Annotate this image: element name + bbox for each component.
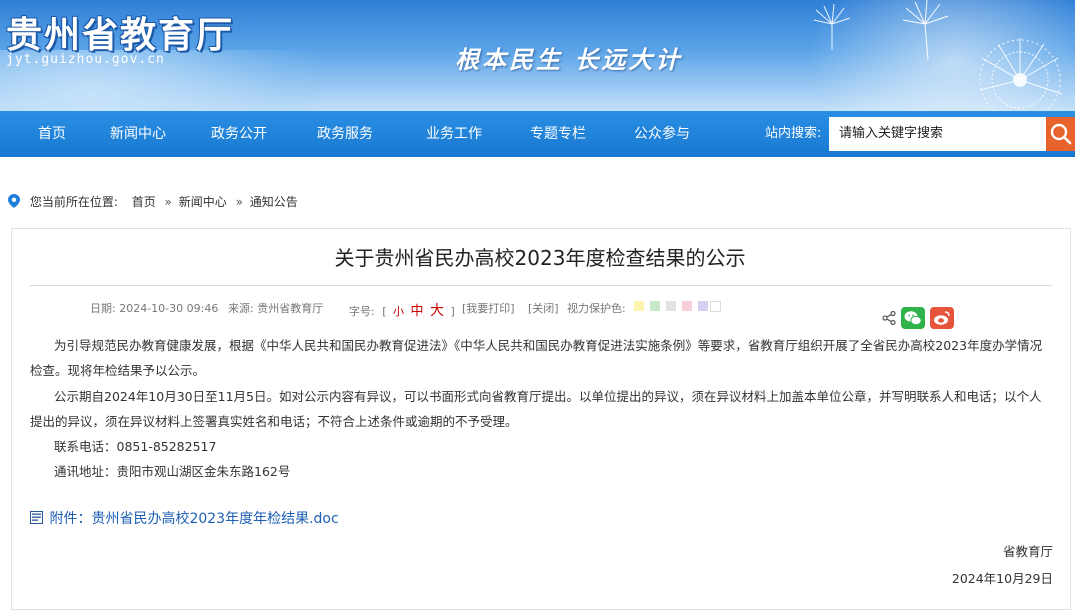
eye-color-green[interactable] — [650, 301, 660, 311]
font-size-bracket: [ — [382, 305, 387, 318]
breadcrumb-link-news[interactable]: 新闻中心 — [179, 195, 227, 209]
article-source: 来源: 贵州省教育厅 — [228, 300, 323, 316]
font-size-small-button[interactable]: 小 — [393, 305, 404, 318]
dandelion-flower-icon — [979, 38, 1063, 111]
site-domain: jyt.guizhou.gov.cn — [6, 52, 165, 67]
nav-item-news[interactable]: 新闻中心 — [110, 111, 166, 157]
eye-protection-label: 视力保护色: — [567, 302, 626, 315]
search-icon — [1050, 123, 1072, 145]
font-size-label: 字号: — [349, 305, 375, 318]
attachment-label: 附件：贵州省民办高校2023年度年检结果.doc — [49, 511, 339, 527]
site-banner: 贵州省教育厅 jyt.guizhou.gov.cn 根本民生 长远大计 — [0, 0, 1075, 111]
signature-date: 2024年10月29日 — [951, 571, 1053, 586]
nav-item-topics[interactable]: 专题专栏 — [530, 111, 586, 157]
source-label: 来源: — [228, 302, 254, 315]
font-size-medium-button[interactable]: 中 — [411, 304, 424, 319]
dandelion-seed-icon — [902, 0, 949, 60]
nav-item-gov-services[interactable]: 政务服务 — [317, 111, 373, 157]
eye-color-yellow[interactable] — [634, 301, 644, 311]
breadcrumb-link-notices[interactable]: 通知公告 — [250, 195, 298, 209]
word-document-icon — [30, 511, 43, 524]
breadcrumb: 您当前所在位置: 首页 » 新闻中心 » 通知公告 — [8, 193, 300, 210]
attachment-link[interactable]: 附件：贵州省民办高校2023年度年检结果.doc — [30, 508, 339, 528]
main-nav: 首页 新闻中心 政务公开 政务服务 业务工作 专题专栏 公众参与 站内搜索: — [0, 111, 1075, 157]
article-paragraph: 为引导规范民办教育健康发展，根据《中华人民共和国民办教育促进法》《中华人民共和国… — [30, 338, 1043, 378]
nav-item-business[interactable]: 业务工作 — [426, 111, 482, 157]
font-size-controls: 字号: [ 小 中 大 ] — [349, 300, 455, 320]
source-value: 贵州省教育厅 — [257, 302, 324, 315]
breadcrumb-link-home[interactable]: 首页 — [132, 195, 156, 209]
eye-color-white[interactable] — [710, 301, 721, 312]
font-size-large-button[interactable]: 大 — [430, 303, 444, 319]
search-input[interactable] — [829, 117, 1046, 151]
eye-color-pink[interactable] — [682, 301, 692, 311]
nav-item-home[interactable]: 首页 — [38, 111, 66, 157]
date-value: 2024-10-30 09:46 — [119, 302, 219, 315]
breadcrumb-prefix: 您当前所在位置: — [29, 195, 118, 209]
date-label: 日期: — [90, 302, 116, 315]
contact-phone: 联系电话：0851-85282517 — [54, 439, 217, 454]
site-name[interactable]: 贵州省教育厅 — [6, 6, 234, 58]
signature-org: 省教育厅 — [1002, 544, 1053, 559]
article-title: 关于贵州省民办高校2023年度检查结果的公示 — [334, 246, 746, 270]
nav-item-gov-affairs[interactable]: 政务公开 — [211, 111, 267, 157]
contact-address: 通讯地址：贵阳市观山湖区金朱东路162号 — [54, 464, 291, 479]
location-pin-icon — [8, 194, 20, 208]
eye-color-gray[interactable] — [666, 301, 676, 311]
share-icon[interactable] — [882, 311, 896, 325]
dandelion-seed-icon — [813, 4, 851, 50]
search-label: 站内搜索: — [765, 126, 822, 141]
font-size-bracket: ] — [450, 305, 455, 318]
weibo-share-icon[interactable] — [930, 307, 954, 329]
breadcrumb-separator: » — [164, 195, 172, 209]
wechat-share-icon[interactable] — [901, 307, 925, 329]
search-button[interactable] — [1046, 117, 1075, 151]
nav-item-participation[interactable]: 公众参与 — [634, 111, 690, 157]
breadcrumb-separator: » — [235, 195, 243, 209]
eye-color-purple[interactable] — [698, 301, 708, 311]
banner-slogan: 根本民生 长远大计 — [455, 45, 683, 74]
article-date: 日期: 2024-10-30 09:46 — [90, 300, 218, 316]
title-divider — [30, 285, 1052, 286]
article-paragraph: 公示期自2024年10月30日至11月5日。如对公示内容有异议，可以书面形式向省… — [30, 389, 1042, 429]
close-button[interactable]: [关闭] — [528, 300, 559, 316]
print-button[interactable]: [我要打印] — [462, 300, 515, 316]
